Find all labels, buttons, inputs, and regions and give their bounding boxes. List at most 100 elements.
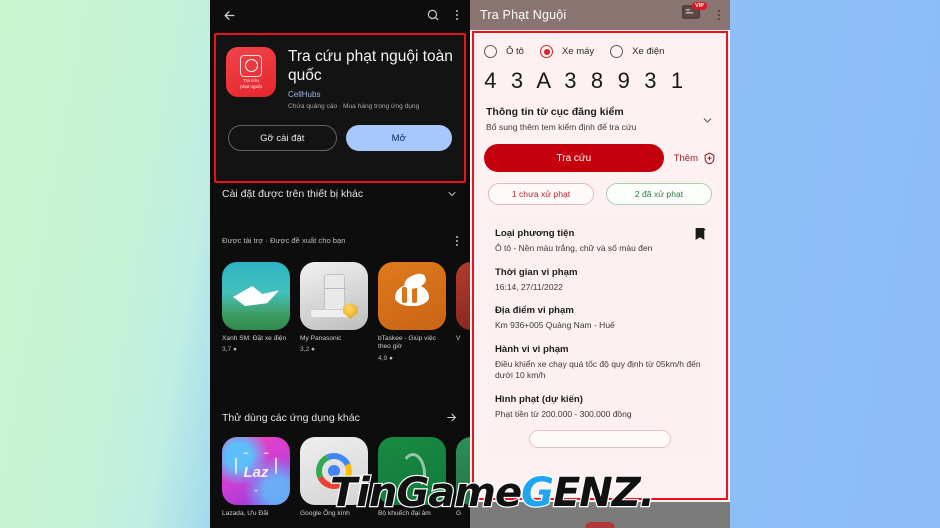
radio-selected-icon [539,45,553,58]
field-violation-location: Địa điểm vi phạm Km 936+005 Quảng Nam - … [495,305,705,332]
app-tile-name: bTaskee - Giúp việc theo giờ [378,335,436,351]
app-icon-glyph [240,55,262,78]
add-label: Thêm [673,152,698,164]
action-row: Tra cứu Thêm [474,132,726,172]
add-button[interactable]: Thêm [674,152,716,165]
field-value: 16:14, 27/11/2022 [495,281,563,292]
sponsored-app-list: Xanh SM: Đặt xe điện 3,7 ● My Panasonic … [210,262,470,362]
app-topbar: Tra Phạt Nguội VIP [470,0,730,30]
app-tile-art-label: Laz [243,464,269,481]
radio-label: Xe điện [632,46,665,57]
list-item[interactable]: V [456,262,470,362]
app-tile-name: Xanh SM: Đặt xe điện [222,335,287,342]
registry-title: Thông tin từ cục đăng kiểm [486,106,624,118]
other-apps-label: Thử dùng các ứng dụng khác [222,411,360,424]
status-badge[interactable]: 2 đã xử phạt [606,183,712,205]
chevron-down-icon[interactable] [701,114,714,127]
app-tile-art [300,262,368,330]
play-store-topbar [210,0,470,30]
field-label: Hình phạt (dự kiến) [495,393,583,405]
search-icon[interactable] [426,8,440,22]
field-value: Điều khiển xe chạy quá tốc độ quy định t… [495,358,701,381]
app-meta: Chứa quảng cáo · Mua hàng trong ứng dụng [288,103,420,110]
status-badge[interactable]: 1 chưa xử phạt [488,183,594,205]
watermark-part-1: TinGame [329,470,524,516]
other-devices-label: Cài đặt được trên thiết bị khác [222,188,364,200]
field-label: Hành vi vi phạm [495,343,569,355]
radio-label: Xe máy [561,46,595,57]
more-vertical-icon[interactable] [455,236,458,246]
list-item[interactable]: bTaskee - Giúp việc theo giờ 4,9 ● [378,262,446,362]
more-vertical-icon[interactable] [455,10,458,20]
home-indicator [585,522,615,528]
app-tile-art [456,262,470,330]
field-label: Thời gian vi phạm [495,266,578,278]
app-header: Tra cứu phạt nguội Tra cứu phạt nguội to… [216,35,464,111]
watermark-part-2: G [520,470,555,516]
plate-slot[interactable]: 9 [613,68,640,94]
radio-circle-icon [610,45,624,58]
bookmark-icon[interactable] [694,227,707,242]
list-item[interactable]: Laz Lazada, Ưu Đãi [222,437,290,518]
app-title: Tra cứu phạt nguội toàn quốc [288,48,453,84]
other-devices-row[interactable]: Cài đặt được trên thiết bị khác [210,188,470,200]
app-action-buttons: Gỡ cài đặt Mở [216,111,464,151]
app-tile-name: V [456,335,461,342]
highlighted-app-card: Tra cứu phạt nguội Tra cứu phạt nguội to… [214,33,466,183]
plate-slot[interactable]: 4 [480,68,507,94]
app-tile-name: Lazada, Ưu Đãi [222,510,269,517]
plate-slot[interactable]: 1 [667,68,694,94]
plate-slot[interactable]: 3 [640,68,667,94]
app-content: Ô tô Xe máy Xe điện 4 3 A 3 8 9 3 1 Thôn… [472,31,728,500]
app-developer[interactable]: CellHubs [288,90,454,99]
shield-plus-icon [703,152,716,165]
watermark: TinGameGENZ. [329,470,656,516]
list-item[interactable]: My Panasonic 3,2 ● [300,262,368,362]
arrow-right-icon[interactable] [445,411,458,424]
vip-badge: VIP [692,2,707,10]
search-button[interactable]: Tra cứu [484,144,664,172]
plate-slot[interactable]: 8 [587,68,614,94]
field-label: Địa điểm vi phạm [495,305,574,316]
app-tile-rating: 4,9 ● [378,354,393,362]
detail-button-partial[interactable] [529,430,671,448]
radio-oto[interactable]: Ô tô [484,45,524,58]
field-value: Km 936+005 Quảng Nam - Huế [495,320,615,330]
traphatnguoi-app-phone: Tra Phạt Nguội VIP Ô tô Xe máy Xe điện 4… [470,0,730,528]
app-tile-art: Laz [222,437,290,505]
list-item[interactable]: Xanh SM: Đặt xe điện 3,7 ● [222,262,290,362]
field-vehicle-type: Loại phương tiện Ô tô - Nền màu trắng, c… [495,228,705,255]
app-tile-name: My Panasonic [300,335,342,342]
field-label: Loại phương tiện [495,228,575,239]
field-violation-behavior: Hành vi vi phạm Điều khiển xe chạy quá t… [495,344,705,382]
sponsored-label: Được tài trợ · Được đề xuất cho bạn [222,236,346,246]
app-tile-art [222,262,290,330]
open-button[interactable]: Mở [345,125,452,151]
radio-xemay[interactable]: Xe máy [539,45,595,58]
watermark-part-3: ENZ. [552,470,656,516]
plate-slot[interactable]: 3 [560,68,587,94]
field-value: Ô tô - Nền màu trắng, chữ và số màu đen [495,243,653,253]
radio-label: Ô tô [506,46,524,57]
status-chip-row: 1 chưa xử phạt 2 đã xử phạt [474,172,726,205]
radio-xedien[interactable]: Xe điện [610,45,664,58]
app-icon-caption-2: phạt nguội [240,83,262,89]
radio-circle-icon [484,45,497,58]
play-store-phone: Tra cứu phạt nguội Tra cứu phạt nguội to… [210,0,470,528]
plate-slot[interactable]: 3 [507,68,534,94]
license-plate-input[interactable]: 4 3 A 3 8 9 3 1 [474,62,726,94]
screenshot-stage: Tra cứu phạt nguội Tra cứu phạt nguội to… [0,0,940,528]
registry-subtitle: Bổ sung thêm tem kiểm định để tra cứu [486,122,637,132]
uninstall-button[interactable]: Gỡ cài đặt [228,125,337,151]
more-vertical-icon[interactable] [717,10,720,20]
registry-section[interactable]: Thông tin từ cục đăng kiểm Bổ sung thêm … [474,94,726,132]
field-value: Phạt tiền từ 200.000 - 300.000 đồng [495,408,632,419]
sponsored-header: Được tài trợ · Được đề xuất cho bạn [210,236,470,246]
chevron-down-icon[interactable] [446,188,458,200]
app-tile-rating: 3,2 ● [300,346,315,354]
plate-slot[interactable]: A [533,68,560,94]
id-card-icon[interactable]: VIP [681,2,707,25]
other-apps-header[interactable]: Thử dùng các ứng dụng khác [210,411,470,424]
back-arrow-icon[interactable] [222,8,237,23]
plate-slot[interactable] [693,68,720,94]
